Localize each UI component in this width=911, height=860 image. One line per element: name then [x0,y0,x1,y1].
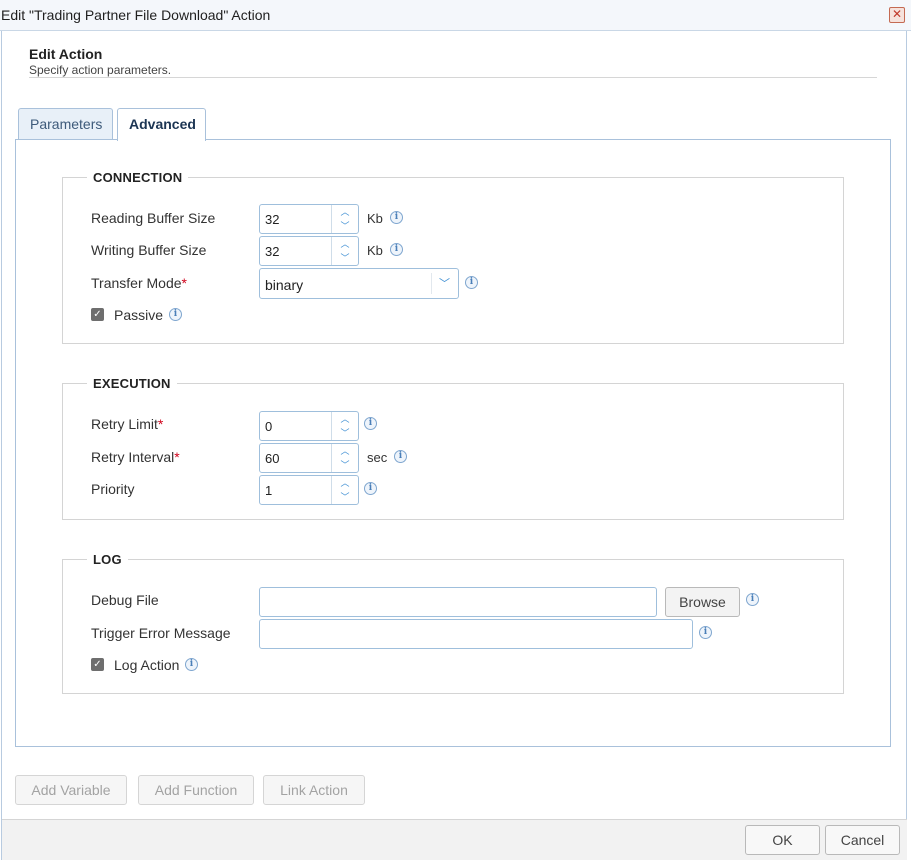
priority-label: Priority [91,481,135,497]
spin-up-icon[interactable]: ︿ [332,412,358,426]
log-action-label: Log Action [114,657,180,673]
info-icon[interactable]: i [390,243,403,256]
spin-up-icon[interactable]: ︿ [332,444,358,458]
retry-limit-spinner[interactable]: 0 ︿ ﹀ [259,411,359,441]
header-divider [29,77,877,78]
spin-down-icon[interactable]: ﹀ [332,219,358,233]
priority-value: 1 [265,483,273,498]
trigger-error-input[interactable] [259,619,693,649]
connection-legend: CONNECTION [93,170,183,185]
tab-advanced[interactable]: Advanced [117,108,206,141]
writing-buffer-spinner[interactable]: 32 ︿ ﹀ [259,236,359,266]
link-action-button[interactable]: Link Action [263,775,365,805]
window-title: Edit "Trading Partner File Download" Act… [1,7,271,23]
passive-checkbox[interactable]: ✓ [91,308,104,321]
info-icon[interactable]: i [394,450,407,463]
execution-section: EXECUTION [62,376,844,520]
writing-buffer-value: 32 [265,244,280,259]
chevron-down-icon[interactable]: ﹀ [439,275,450,291]
info-icon[interactable]: i [699,626,712,639]
info-icon[interactable]: i [465,276,478,289]
spin-down-icon[interactable]: ﹀ [332,458,358,472]
debug-file-label: Debug File [91,592,159,608]
spin-down-icon[interactable]: ﹀ [332,426,358,440]
select-divider [431,273,432,294]
required-mark: * [181,275,187,291]
add-function-button[interactable]: Add Function [138,775,254,805]
transfer-mode-label-text: Transfer Mode [91,275,182,291]
transfer-mode-select[interactable]: binary ﹀ [259,268,459,299]
spinner-buttons: ︿ ﹀ [331,205,358,233]
info-icon[interactable]: i [185,658,198,671]
retry-interval-label: Retry Interval* [91,449,180,465]
info-icon[interactable]: i [364,482,377,495]
info-icon[interactable]: i [746,593,759,606]
writing-buffer-label: Writing Buffer Size [91,242,207,258]
retry-interval-value: 60 [265,451,280,466]
retry-limit-label-text: Retry Limit [91,416,158,432]
info-icon[interactable]: i [169,308,182,321]
close-icon[interactable]: ✕ [889,7,905,23]
spinner-buttons: ︿ ﹀ [331,444,358,472]
retry-limit-label: Retry Limit* [91,416,163,432]
retry-interval-label-text: Retry Interval [91,449,175,465]
retry-interval-spinner[interactable]: 60 ︿ ﹀ [259,443,359,473]
spinner-buttons: ︿ ﹀ [331,476,358,504]
ok-button[interactable]: OK [745,825,820,855]
page-title: Edit Action [29,46,103,62]
info-icon[interactable]: i [364,417,377,430]
trigger-error-label: Trigger Error Message [91,625,231,641]
spinner-buttons: ︿ ﹀ [331,237,358,265]
writing-buffer-unit: Kb [367,243,383,258]
debug-file-input[interactable] [259,587,657,617]
page-subtitle: Specify action parameters. [29,63,172,77]
spinner-buttons: ︿ ﹀ [331,412,358,440]
add-variable-button[interactable]: Add Variable [15,775,127,805]
cancel-button[interactable]: Cancel [825,825,900,855]
execution-legend: EXECUTION [93,376,171,391]
window-titlebar: Edit "Trading Partner File Download" Act… [0,0,911,31]
spin-up-icon[interactable]: ︿ [332,205,358,219]
spin-up-icon[interactable]: ︿ [332,237,358,251]
spin-down-icon[interactable]: ﹀ [332,490,358,504]
priority-spinner[interactable]: 1 ︿ ﹀ [259,475,359,505]
passive-label: Passive [114,307,164,323]
retry-limit-value: 0 [265,419,273,434]
reading-buffer-unit: Kb [367,211,383,226]
retry-interval-unit: sec [367,450,388,465]
tab-parameters[interactable]: Parameters [18,108,113,140]
required-mark: * [157,416,164,432]
log-action-checkbox[interactable]: ✓ [91,658,104,671]
reading-buffer-label: Reading Buffer Size [91,210,216,226]
info-icon[interactable]: i [390,211,403,224]
spin-down-icon[interactable]: ﹀ [332,251,358,265]
reading-buffer-value: 32 [265,212,280,227]
transfer-mode-value: binary [265,277,304,293]
transfer-mode-label: Transfer Mode* [91,275,187,291]
reading-buffer-spinner[interactable]: 32 ︿ ﹀ [259,204,359,234]
spin-up-icon[interactable]: ︿ [332,476,358,490]
log-legend: LOG [93,552,122,567]
browse-button[interactable]: Browse [665,587,740,617]
required-mark: * [174,449,180,465]
